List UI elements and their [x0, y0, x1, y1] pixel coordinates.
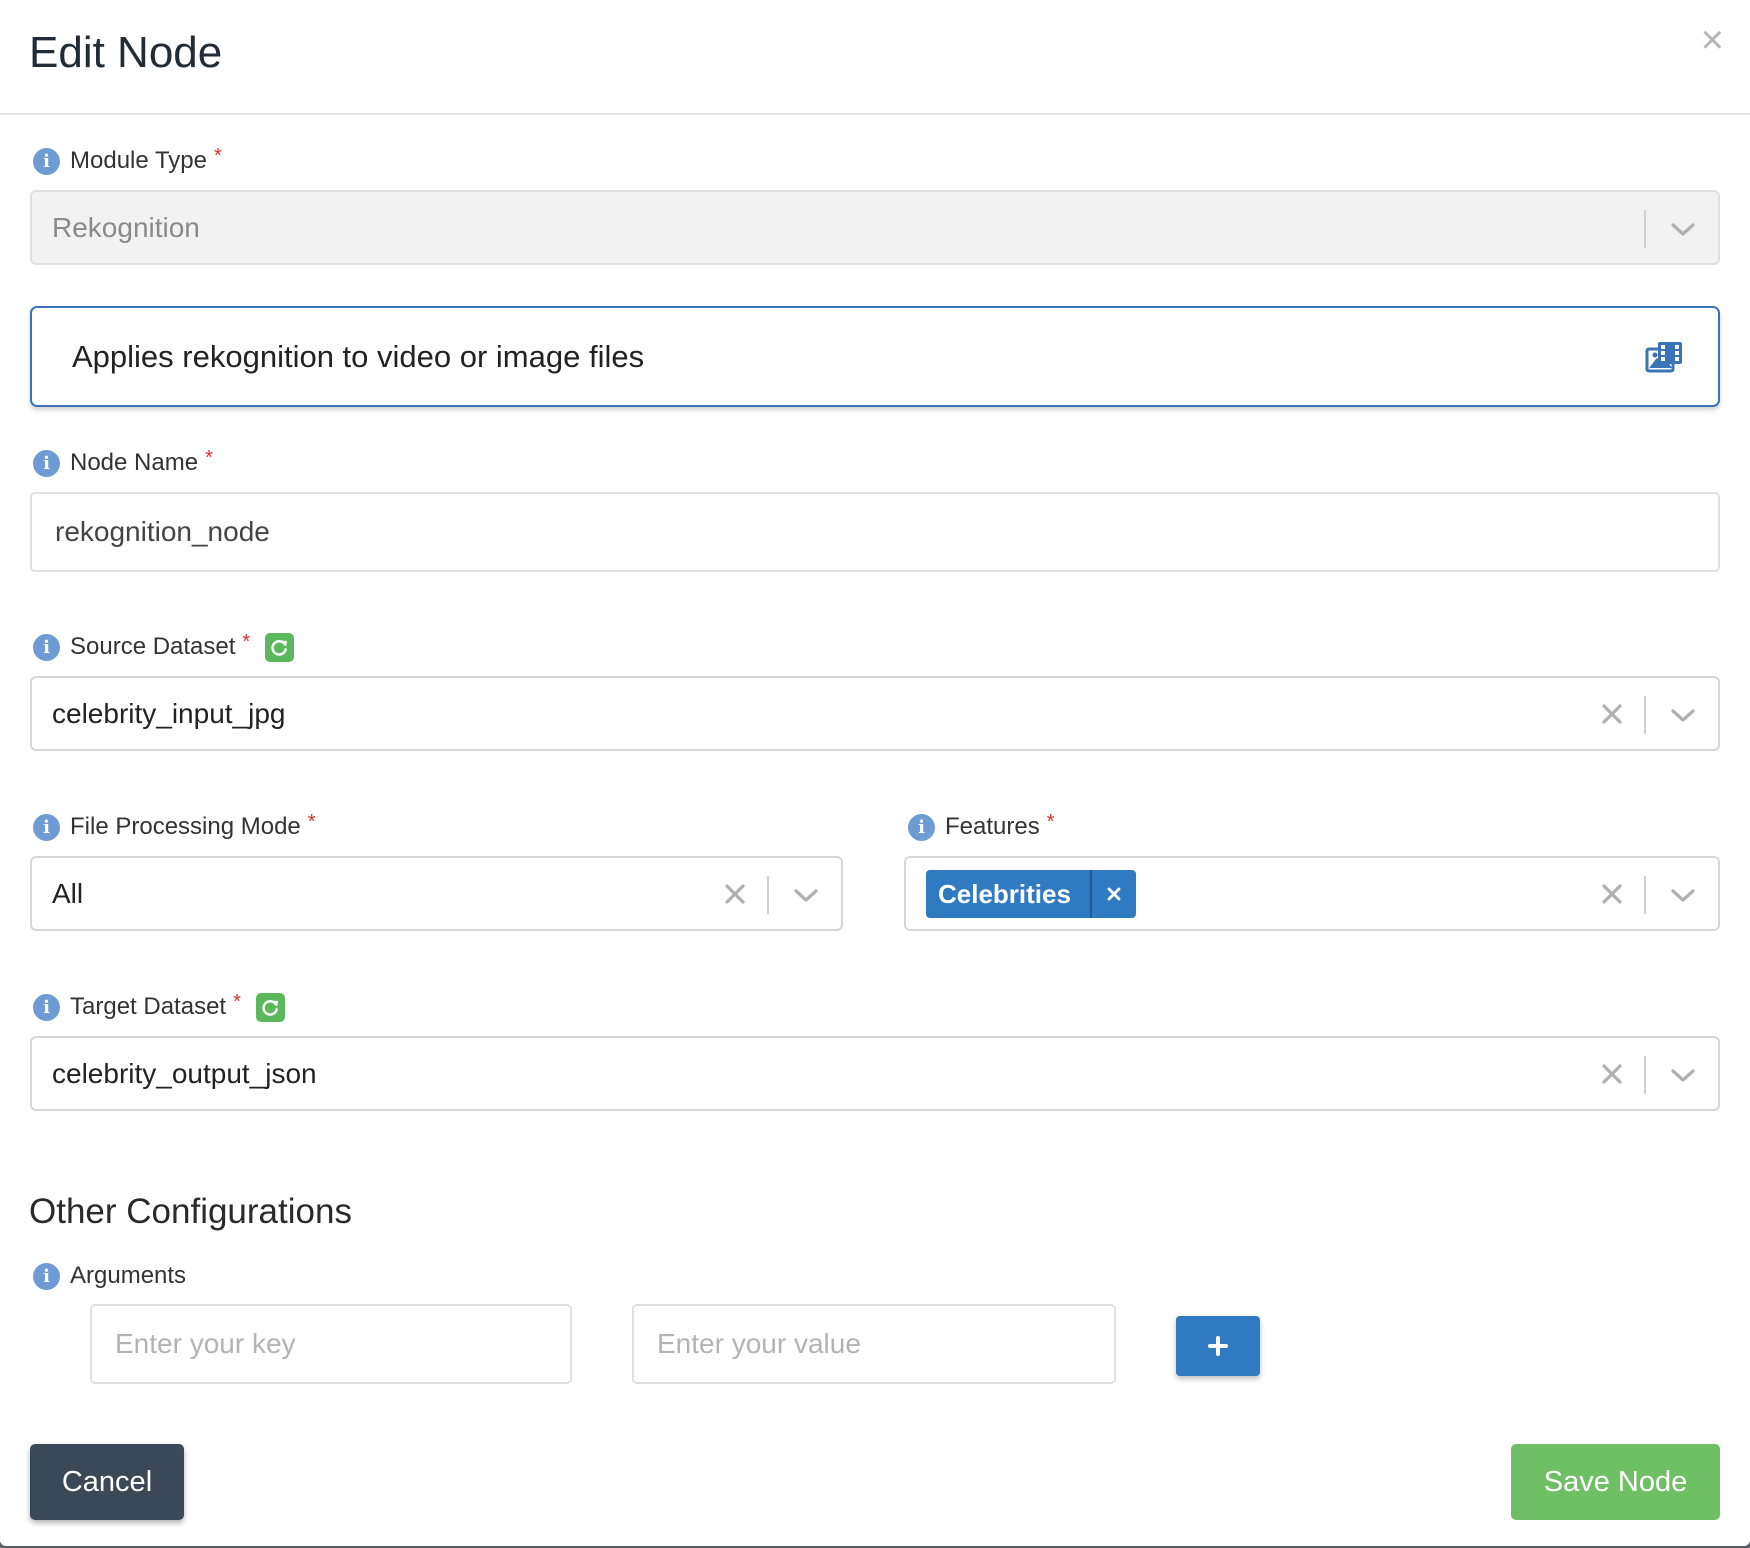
- chevron-down-icon[interactable]: [1668, 1060, 1698, 1090]
- chevron-down-icon[interactable]: [1668, 880, 1698, 910]
- remove-tag-icon[interactable]: [1092, 870, 1136, 918]
- required-mark: *: [205, 446, 213, 469]
- features-label-row: i Features *: [908, 810, 1055, 842]
- arguments-label-row: i Arguments: [33, 1261, 186, 1291]
- argument-value-input[interactable]: [632, 1304, 1116, 1384]
- target-dataset-select[interactable]: celebrity_output_json: [30, 1036, 1720, 1111]
- info-icon[interactable]: i: [33, 449, 60, 477]
- refresh-icon[interactable]: [265, 632, 295, 662]
- chevron-down-icon[interactable]: [1668, 700, 1698, 730]
- target-dataset-label-row: i Target Dataset *: [33, 990, 285, 1022]
- target-dataset-value: celebrity_output_json: [52, 1058, 317, 1089]
- required-mark: *: [1046, 810, 1055, 833]
- select-separator: [767, 876, 769, 914]
- info-icon[interactable]: i: [33, 147, 60, 175]
- select-separator: [1644, 876, 1646, 914]
- module-type-label: Module Type: [70, 147, 207, 174]
- required-mark: *: [233, 990, 241, 1013]
- file-processing-mode-select[interactable]: All: [30, 856, 843, 931]
- source-dataset-label: Source Dataset: [70, 633, 236, 660]
- file-processing-mode-label-row: i File Processing Mode *: [33, 810, 316, 842]
- add-argument-button[interactable]: [1176, 1316, 1260, 1376]
- plus-icon: [1208, 1336, 1228, 1356]
- module-type-value: Rekognition: [52, 212, 200, 243]
- refresh-icon[interactable]: [255, 992, 285, 1022]
- info-icon[interactable]: i: [33, 813, 60, 841]
- edit-node-dialog: Edit Node × i Module Type * Rekognition …: [0, 0, 1750, 1546]
- node-name-input[interactable]: [30, 492, 1720, 572]
- info-icon[interactable]: i: [33, 1262, 60, 1290]
- feature-tag-label: Celebrities: [926, 870, 1092, 918]
- clear-icon[interactable]: [1596, 1058, 1628, 1090]
- dialog-title: Edit Node: [29, 28, 223, 77]
- feature-tag: Celebrities: [926, 870, 1136, 918]
- save-node-button[interactable]: Save Node: [1511, 1444, 1720, 1520]
- close-icon[interactable]: ×: [1701, 20, 1724, 60]
- other-configurations-title: Other Configurations: [29, 1192, 352, 1231]
- module-description-box: Applies rekognition to video or image fi…: [30, 306, 1720, 407]
- required-mark: *: [213, 144, 222, 167]
- file-processing-mode-value: All: [52, 878, 84, 909]
- required-mark: *: [242, 630, 251, 653]
- chevron-down-icon[interactable]: [1668, 214, 1698, 244]
- cancel-button[interactable]: Cancel: [30, 1444, 184, 1520]
- source-dataset-select[interactable]: celebrity_input_jpg: [30, 676, 1720, 751]
- source-dataset-value: celebrity_input_jpg: [52, 698, 286, 729]
- select-separator: [1644, 696, 1646, 734]
- node-name-label: Node Name: [70, 449, 199, 476]
- module-type-label-row: i Module Type *: [33, 144, 222, 176]
- chevron-down-icon[interactable]: [791, 880, 821, 910]
- module-description: Applies rekognition to video or image fi…: [72, 339, 645, 374]
- module-type-select[interactable]: Rekognition: [30, 190, 1720, 265]
- clear-icon[interactable]: [1596, 698, 1628, 730]
- clear-icon[interactable]: [1596, 878, 1628, 910]
- info-icon[interactable]: i: [33, 993, 60, 1021]
- dialog-header: Edit Node ×: [0, 0, 1750, 115]
- features-multiselect[interactable]: Celebrities: [904, 856, 1720, 931]
- info-icon[interactable]: i: [33, 633, 60, 661]
- required-mark: *: [307, 810, 316, 833]
- features-label: Features: [945, 813, 1040, 840]
- target-dataset-label: Target Dataset: [70, 993, 227, 1020]
- info-icon[interactable]: i: [908, 813, 935, 841]
- file-processing-mode-label: File Processing Mode: [70, 813, 301, 840]
- select-separator: [1644, 1056, 1646, 1094]
- arguments-label: Arguments: [70, 1262, 187, 1289]
- node-name-label-row: i Node Name *: [33, 446, 213, 478]
- clear-icon[interactable]: [719, 878, 751, 910]
- photo-film-icon: [1645, 342, 1682, 373]
- source-dataset-label-row: i Source Dataset *: [33, 630, 295, 662]
- argument-key-input[interactable]: [90, 1304, 572, 1384]
- select-separator: [1644, 210, 1646, 248]
